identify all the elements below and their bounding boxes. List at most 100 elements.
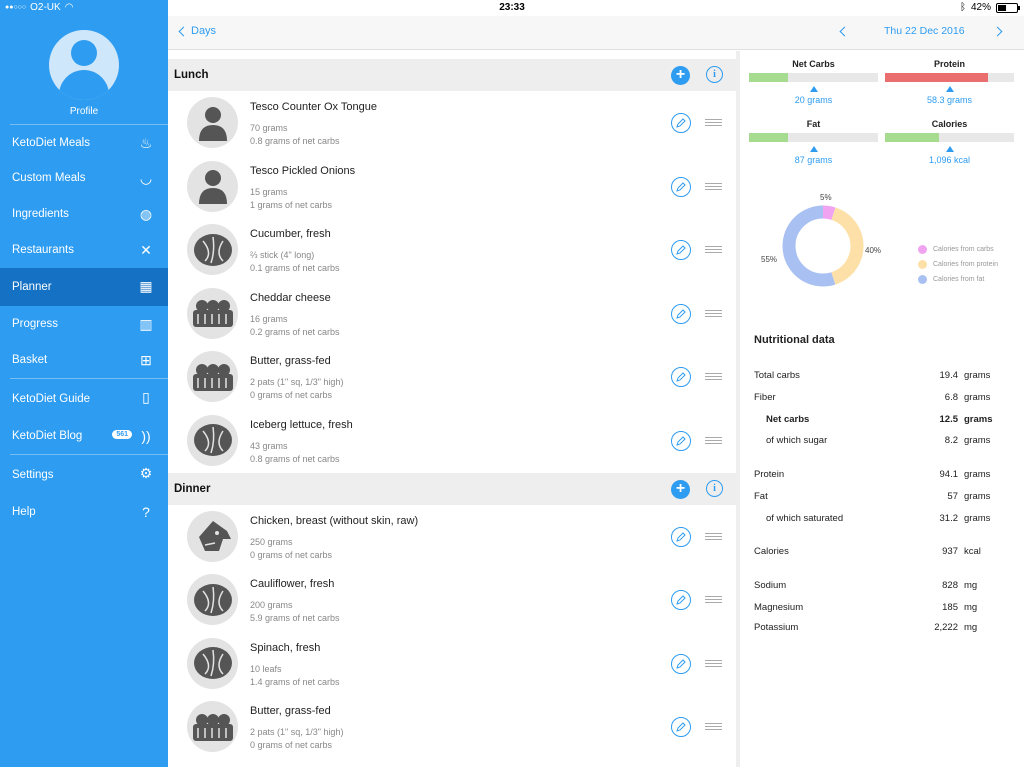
vegetable-icon [187,224,238,276]
nutrient-unit: grams [964,491,991,502]
edit-icon[interactable] [671,240,691,261]
edit-icon[interactable] [671,113,691,133]
drag-handle-icon[interactable] [705,119,722,126]
rss-icon: )) [141,428,151,444]
macro-bar-fill [885,133,940,142]
drag-handle-icon[interactable] [705,246,722,254]
battery-icon [996,2,1020,13]
food-row[interactable]: Chicken, breast (without skin, raw) 250 g… [168,505,736,569]
drag-handle-icon[interactable] [705,659,722,667]
sidebar-item-settings[interactable]: Settings ⚙ [10,454,168,494]
nutrient-label: Fat [754,491,768,502]
legend-swatch [918,260,927,269]
sidebar-item-label: Help [12,506,36,518]
food-row[interactable]: Cheddar cheese 16 grams 0.2 grams of net c… [168,282,736,346]
nutrient-label: Sodium [754,580,787,591]
edit-icon[interactable] [671,430,691,451]
macro-calories: Calories 1,096 kcal [885,119,1014,165]
cutlery-icon: ✕ [140,241,152,258]
wifi-icon: ◠ [64,2,74,13]
info-icon[interactable]: i [706,66,723,83]
food-amount: 10 leafs [250,663,282,674]
sidebar: Profile KetoDiet Meals ♨ Custom Meals ◡ … [0,0,168,767]
edit-icon[interactable] [671,653,691,674]
back-button[interactable]: Days [178,25,216,37]
blog-count-badge: 561 [112,430,132,439]
target-marker-icon [945,86,954,92]
food-net-carbs: 0.2 grams of net carbs [250,326,340,337]
drag-handle-icon[interactable] [705,532,722,540]
food-row[interactable]: Tesco Counter Ox Tongue 70 grams 0.8 grams… [168,91,736,155]
food-name: Cucumber, fresh [250,228,331,241]
edit-icon[interactable] [671,526,691,547]
food-row[interactable]: Cauliflower, fresh 200 grams 5.9 grams of … [168,568,736,632]
macro-bar-fill [749,73,788,82]
edit-icon[interactable] [671,367,691,388]
previous-day-button[interactable] [839,26,850,37]
sidebar-item-ketodiet-guide[interactable]: KetoDiet Guide ▯ [10,378,168,418]
sidebar-item-basket[interactable]: Basket ⊞ [0,342,168,378]
drag-handle-icon[interactable] [705,436,722,444]
legend-item: Calories from carbs [918,242,998,257]
macro-protein: Protein 58.3 grams [885,59,1014,105]
nutrient-value: 57 [947,491,958,502]
food-amount: 2 pats (1" sq, 1/3" high) [250,377,344,388]
sidebar-item-custom-meals[interactable]: Custom Meals ◡ [0,160,168,196]
info-icon[interactable]: i [706,479,723,497]
food-amount: 200 grams [250,600,293,611]
food-row[interactable]: Tesco Pickled Onions 15 grams 1 grams of n… [168,155,736,219]
status-bar: ●●○○○ O2-UK ◠ 23:33 ᛒ 42% [0,0,1024,16]
drag-handle-icon[interactable] [705,373,722,381]
target-marker-icon [809,146,818,152]
add-food-button[interactable]: + [671,66,690,85]
sidebar-item-ketodiet-meals[interactable]: KetoDiet Meals ♨ [10,124,168,160]
drag-handle-icon[interactable] [705,596,722,604]
sidebar-item-ingredients[interactable]: Ingredients ◍ [0,196,168,232]
nutrition-row: Sodium 828 mg [754,580,1004,594]
sidebar-item-label: Progress [12,318,59,330]
chef-hat-icon: ♨ [139,134,153,151]
macro-net-carbs: Net Carbs 20 grams [749,59,878,105]
drag-handle-icon[interactable] [705,723,722,731]
food-name: Iceberg lettuce, fresh [250,418,353,431]
food-row[interactable]: Butter, grass-fed 2 pats (1" sq, 1/3" hig… [168,695,736,759]
food-row[interactable]: Iceberg lettuce, fresh 43 grams 0.8 grams … [168,409,736,473]
food-amount: 16 grams [250,313,288,324]
legend-label: Calories from protein [933,261,998,268]
food-row[interactable]: Spinach, fresh 10 leafs 1.4 grams of net c… [168,632,736,696]
nutrition-row: Potassium 2,222 mg [754,622,1004,636]
food-row[interactable]: Cucumber, fresh ⅔ stick (4" long) 0.1 gram… [168,218,736,282]
edit-icon[interactable] [671,176,691,197]
food-net-carbs: 0 grams of net carbs [250,740,333,751]
target-marker-icon [809,86,818,92]
book-icon: ▯ [142,388,150,405]
sidebar-item-progress[interactable]: Progress ▥ [0,306,168,342]
sidebar-item-ketodiet-blog[interactable]: KetoDiet Blog 561 )) [0,418,168,454]
food-amount: 250 grams [250,536,293,547]
sidebar-item-label: Settings [12,468,54,481]
legend-label: Calories from fat [933,276,985,283]
drag-handle-icon[interactable] [705,182,722,190]
nutrient-label: of which sugar [766,435,828,446]
sidebar-item-help[interactable]: Help ? [0,494,168,530]
sidebar-item-restaurants[interactable]: Restaurants ✕ [0,232,168,268]
profile-label[interactable]: Profile [0,106,168,117]
nutrient-value: 6.8 [944,392,958,403]
nutrient-value: 937 [942,546,958,557]
food-amount: 15 grams [250,186,288,197]
edit-icon[interactable] [671,717,691,738]
food-row[interactable]: Butter, grass-fed 2 pats (1" sq, 1/3" hig… [168,345,736,409]
donut-percent-label: 40% [865,246,881,255]
status-left: ●●○○○ O2-UK ◠ [5,2,73,13]
meal-list: Lunch + i Tesco Counter Ox Tongue 70 gram… [168,51,736,767]
edit-icon[interactable] [671,303,691,324]
sidebar-item-planner[interactable]: Planner ▦ [0,268,168,306]
profile-avatar[interactable] [49,30,119,100]
next-day-button[interactable] [992,26,1003,37]
chevron-left-icon [178,26,189,36]
edit-icon[interactable] [671,590,691,611]
food-net-carbs: 5.9 grams of net carbs [250,613,340,624]
add-food-button[interactable]: + [671,479,690,499]
food-amount: 70 grams [250,123,288,133]
drag-handle-icon[interactable] [705,309,722,317]
